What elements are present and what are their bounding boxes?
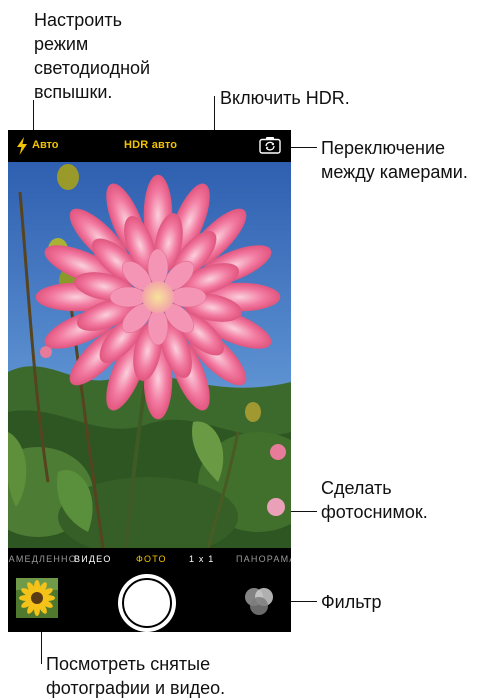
callout-flash-line-2: режим [34, 34, 89, 54]
camera-viewfinder[interactable] [8, 162, 291, 548]
shutter-inner-ring [122, 578, 172, 628]
shutter-button[interactable] [118, 574, 176, 632]
callout-flash-line-4: вспышки. [34, 82, 113, 102]
camera-rotate-icon[interactable] [259, 136, 281, 154]
hdr-toggle[interactable]: HDR авто [124, 139, 177, 151]
flash-mode-label[interactable]: Авто [32, 139, 59, 151]
callout-switch-camera: Переключение между камерами. [321, 136, 468, 184]
callout-take-photo-line-2: фотоснимок. [321, 502, 428, 522]
mode-photo[interactable]: ФОТО [136, 554, 167, 564]
three-circles-filter-icon[interactable] [242, 584, 276, 618]
callout-switch-line-1: Переключение [321, 138, 446, 158]
capture-mode-selector: ЗАМЕДЛЕННО ВИДЕО ФОТО 1 x 1 ПАНОРАМА [8, 548, 291, 570]
callout-flash-line-1: Настроить [34, 10, 122, 30]
callout-view-photos-line-2: фотографии и видео. [46, 678, 226, 698]
camera-top-bar: Авто HDR авто [8, 130, 291, 162]
mode-slowmo[interactable]: ЗАМЕДЛЕННО [8, 554, 77, 564]
mode-video[interactable]: ВИДЕО [74, 554, 112, 564]
callout-flash-leader [33, 100, 34, 133]
lightning-bolt-icon[interactable] [16, 137, 28, 155]
mode-square[interactable]: 1 x 1 [189, 554, 215, 564]
callout-switch-line-2: между камерами. [321, 162, 468, 182]
last-photo-thumbnail[interactable] [16, 578, 58, 618]
camera-bottom-bar [8, 570, 291, 632]
callout-hdr: Включить HDR. [220, 88, 350, 108]
callout-flash-mode: Настроить режим светодиодной вспышки. [34, 8, 150, 104]
camera-screen: Авто HDR авто ЗАМЕДЛЕННО ВИДЕО ФОТО 1 x … [8, 130, 291, 632]
callout-view-photos: Посмотреть снятые фотографии и видео. [46, 652, 225, 700]
thumbnail-image [16, 578, 58, 618]
callout-flash-line-3: светодиодной [34, 58, 151, 78]
callout-take-photo-line-1: Сделать [321, 478, 392, 498]
callout-take-photo: Сделать фотоснимок. [321, 476, 428, 524]
callout-view-photos-line-1: Посмотреть снятые [46, 654, 211, 674]
viewfinder-photo [8, 162, 291, 548]
callout-filter: Фильтр [321, 592, 382, 612]
mode-panorama[interactable]: ПАНОРАМА [236, 554, 291, 564]
